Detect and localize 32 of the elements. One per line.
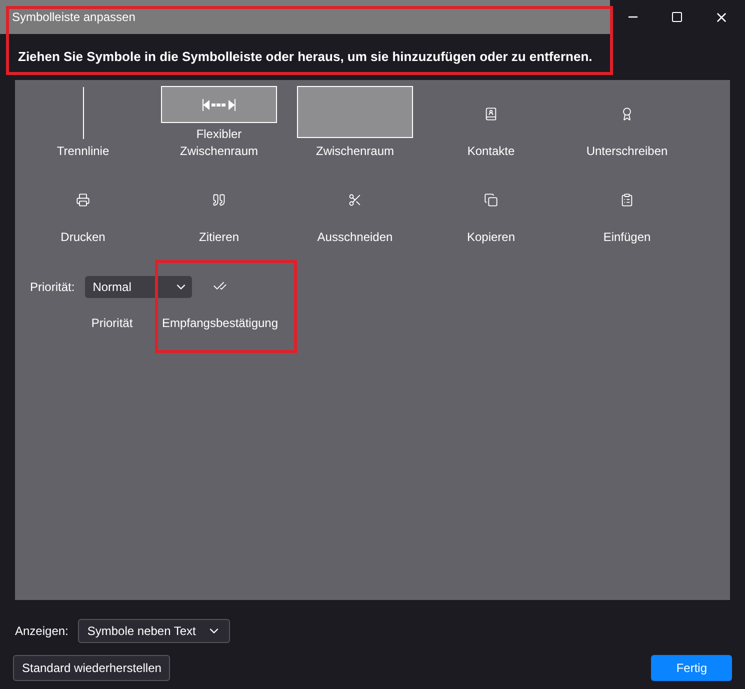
clipboard-icon[interactable] [620, 193, 634, 207]
item-label: Flexibler Zwischenraum [178, 126, 260, 160]
item-label: Drucken [60, 229, 106, 246]
copy-icon[interactable] [484, 193, 498, 207]
item-label: Ausschneiden [317, 229, 393, 246]
contacts-book-icon[interactable] [484, 107, 498, 121]
display-select[interactable]: Symbole neben Text [78, 619, 230, 643]
item-label: Trennlinie [56, 143, 110, 160]
maximize-icon[interactable] [670, 11, 683, 23]
item-label: Empfangsbestätigung [162, 315, 278, 332]
space-tile[interactable] [297, 86, 413, 138]
priority-select[interactable]: Normal [84, 276, 192, 298]
field-label: Anzeigen: [15, 623, 68, 640]
item-label: Kopieren [466, 229, 516, 246]
item-label: Priorität [91, 315, 133, 332]
scissors-icon[interactable] [348, 193, 362, 207]
field-label: Priorität: [30, 279, 75, 296]
flexible-space-tile[interactable] [161, 86, 277, 123]
flexible-space-icon [202, 98, 236, 110]
item-label: Unterschreiben [586, 143, 668, 160]
restore-defaults-button[interactable]: Standard wiederherstellen [13, 655, 170, 681]
item-label: Zwischenraum [316, 143, 394, 160]
printer-icon[interactable] [76, 193, 90, 207]
instruction-text: Ziehen Sie Symbole in die Symbolleiste oder heraus, um sie hinzuzufügen oder zu entfernen. [18, 48, 592, 66]
done-button[interactable]: Fertig [651, 655, 732, 681]
rosette-icon[interactable] [620, 107, 634, 121]
separator-line[interactable] [82, 87, 84, 139]
item-label: Zitieren [198, 229, 239, 246]
window-title: Symbolleiste anpassen [12, 9, 136, 26]
item-label: Einfügen [603, 229, 651, 246]
item-label: Kontakte [467, 143, 515, 160]
quote-icon[interactable] [212, 193, 226, 207]
